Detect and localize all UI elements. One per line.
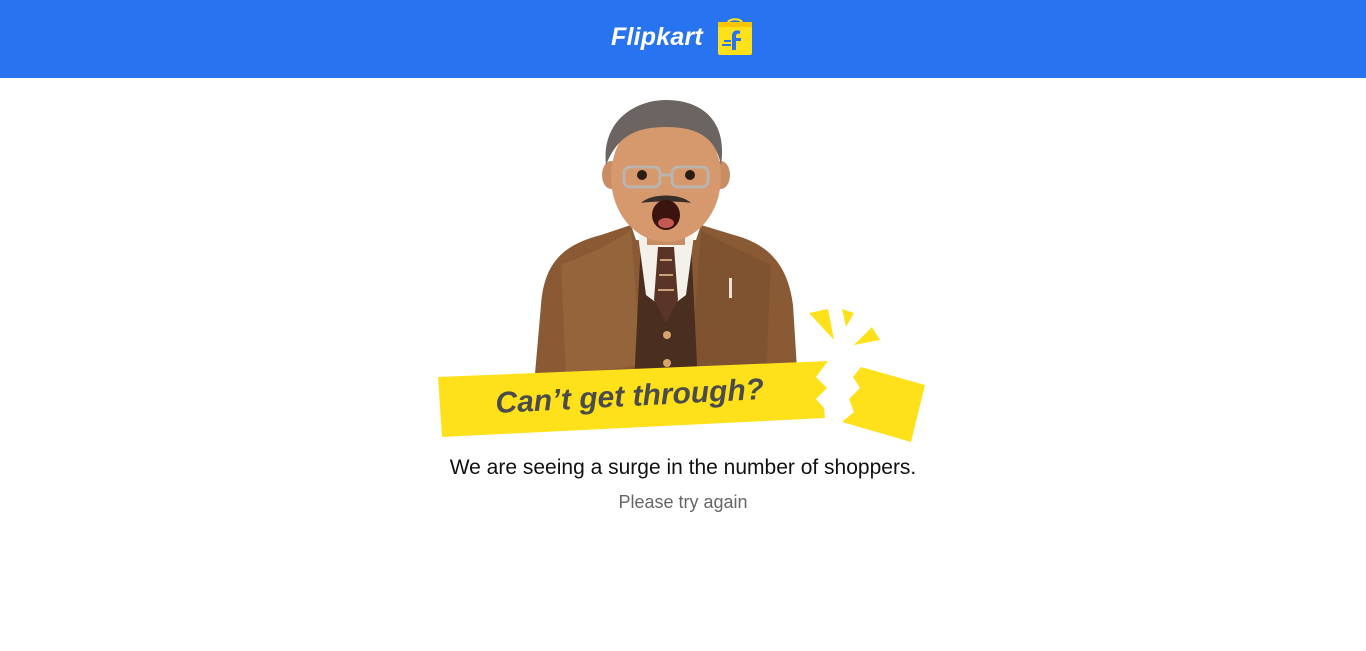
shopping-bag-icon bbox=[717, 18, 752, 55]
top-header: Flipkart bbox=[0, 0, 1366, 78]
retry-message: Please try again bbox=[618, 492, 748, 512]
flipkart-logo[interactable]: Flipkart bbox=[611, 16, 755, 58]
brand-name: Flipkart bbox=[611, 22, 703, 51]
error-illustration: Can’t get through? bbox=[436, 95, 930, 445]
surprised-boy-illustration: Can’t get through? bbox=[438, 100, 925, 442]
surge-message: We are seeing a surge in the number of s… bbox=[449, 456, 917, 479]
